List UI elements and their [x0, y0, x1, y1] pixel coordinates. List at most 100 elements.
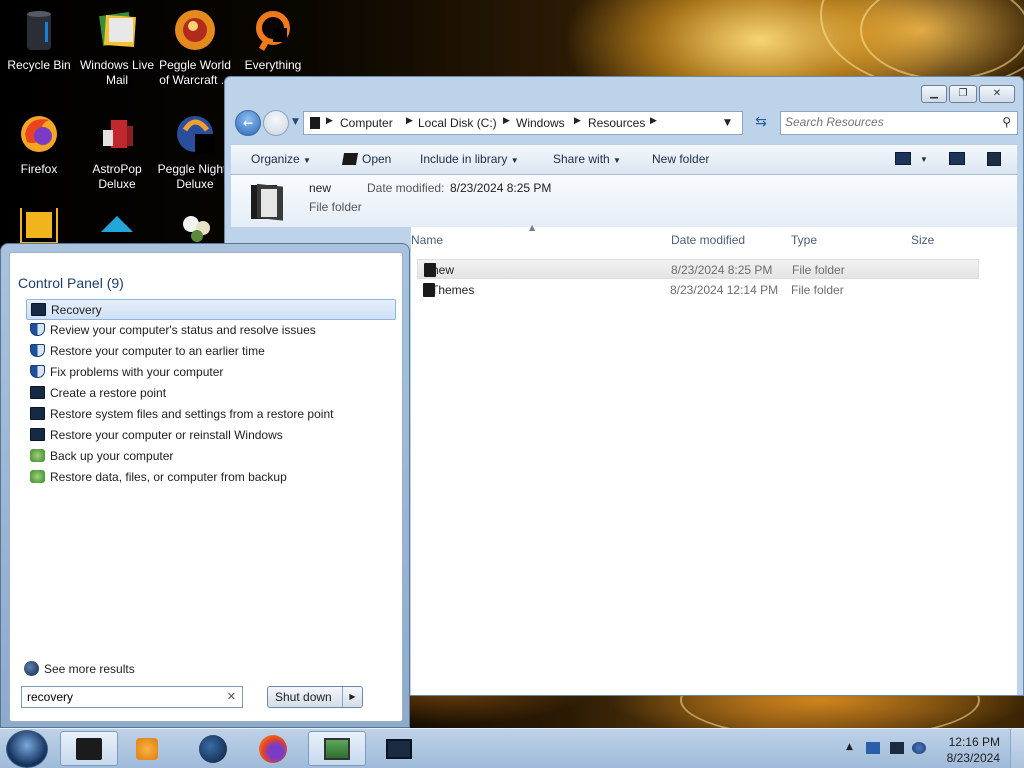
- app-icon: [93, 208, 141, 244]
- media-player-icon: [136, 737, 158, 760]
- column-header-size[interactable]: Size: [911, 233, 934, 247]
- breadcrumb-computer[interactable]: Computer: [340, 116, 393, 130]
- new-folder-button[interactable]: New folder: [652, 152, 709, 166]
- file-row-themes[interactable]: Themes 8/23/2024 12:14 PM File folder: [417, 280, 979, 300]
- taskbar: ▲ 12:16 PM 8/23/2024: [0, 728, 1024, 768]
- back-button[interactable]: ←: [235, 110, 261, 136]
- organize-label: Organize: [251, 152, 300, 166]
- result-fix-problems[interactable]: Fix problems with your computer: [26, 362, 396, 383]
- result-restore-from-backup[interactable]: Restore data, files, or computer from ba…: [26, 467, 396, 488]
- desktop-icon-label: Peggle World of Warcraft ...: [159, 58, 231, 87]
- share-with-menu[interactable]: Share with ▼: [553, 152, 621, 166]
- recycle-bin-icon: [15, 8, 63, 54]
- result-restore-system-files[interactable]: Restore system files and settings from a…: [26, 404, 396, 425]
- maximize-button[interactable]: ❐: [949, 85, 977, 103]
- start-menu: Control Panel (9) Recovery Review your c…: [0, 243, 410, 728]
- breadcrumb-windows[interactable]: Windows: [516, 116, 565, 130]
- close-button[interactable]: ✕: [979, 85, 1015, 103]
- taskbar-window-button[interactable]: [370, 731, 428, 766]
- start-search-input[interactable]: [27, 690, 217, 704]
- address-dropdown-icon[interactable]: ▼: [724, 118, 731, 128]
- chevron-right-icon[interactable]: ▶: [650, 116, 657, 126]
- chevron-right-icon[interactable]: ▶: [574, 116, 581, 126]
- views-icon[interactable]: [895, 152, 911, 165]
- preview-pane-icon[interactable]: [949, 152, 965, 165]
- address-row: ← ▼ ▶ Computer ▶ Local Disk (C:) ▶ Windo…: [231, 109, 1018, 136]
- taskbar-control-panel-button[interactable]: [308, 731, 366, 766]
- results-group-heading[interactable]: Control Panel (9): [18, 275, 124, 291]
- title-bar[interactable]: ▁ ❐ ✕: [225, 77, 1023, 107]
- file-name: new: [432, 263, 455, 277]
- result-label: Restore your computer or reinstall Windo…: [50, 428, 283, 442]
- location-icon: [310, 117, 320, 129]
- volume-icon[interactable]: [912, 742, 926, 754]
- address-bar[interactable]: ▶ Computer ▶ Local Disk (C:) ▶ Windows ▶…: [303, 111, 743, 135]
- desktop-icon-peggle-nights[interactable]: Peggle Nights Deluxe: [156, 112, 234, 192]
- result-reinstall-windows[interactable]: Restore your computer or reinstall Windo…: [26, 425, 396, 446]
- column-header-type[interactable]: Type: [791, 233, 817, 247]
- result-label: Create a restore point: [50, 386, 167, 400]
- result-review-status[interactable]: Review your computer's status and resolv…: [26, 320, 396, 341]
- result-restore-earlier-time[interactable]: Restore your computer to an earlier time: [26, 341, 396, 362]
- start-button[interactable]: [6, 730, 48, 768]
- desktop-icon-partial[interactable]: [0, 208, 78, 244]
- help-icon[interactable]: [987, 152, 1001, 166]
- result-back-up[interactable]: Back up your computer: [26, 446, 396, 467]
- forward-button[interactable]: [263, 110, 289, 136]
- clear-search-icon[interactable]: ✕: [227, 690, 236, 703]
- taskbar-explorer-button[interactable]: [60, 731, 118, 766]
- views-dropdown-icon[interactable]: ▼: [920, 155, 928, 164]
- desktop-icon-everything[interactable]: Everything: [234, 8, 312, 73]
- breadcrumb-resources[interactable]: Resources: [588, 116, 645, 130]
- include-in-library-menu[interactable]: Include in library ▼: [420, 152, 519, 166]
- show-desktop-button[interactable]: [1010, 729, 1024, 768]
- recent-pages-dropdown[interactable]: ▼: [292, 117, 299, 127]
- search-icon[interactable]: ⚲: [1002, 115, 1011, 129]
- backup-icon: [30, 470, 45, 483]
- desktop-icon-astropop[interactable]: AstroPop Deluxe: [78, 112, 156, 192]
- desktop-icon-firefox[interactable]: Firefox: [0, 112, 78, 177]
- result-label: Back up your computer: [50, 449, 174, 463]
- file-type: File folder: [792, 263, 845, 277]
- system-clock[interactable]: 12:16 PM 8/23/2024: [947, 734, 1000, 766]
- desktop-icon-partial[interactable]: [78, 208, 156, 244]
- column-header-name[interactable]: Name: [411, 233, 443, 247]
- refresh-button[interactable]: ⇆: [749, 111, 773, 135]
- show-hidden-icons-icon[interactable]: ▲: [846, 742, 853, 752]
- organize-menu[interactable]: Organize ▼: [251, 152, 311, 166]
- desktop-icon-partial[interactable]: [156, 208, 234, 244]
- details-modified-value: 8/23/2024 8:25 PM: [450, 181, 552, 195]
- app-icon: [20, 208, 58, 244]
- share-with-label: Share with: [553, 152, 610, 166]
- chevron-right-icon[interactable]: ▶: [406, 116, 413, 126]
- start-search-box[interactable]: ✕: [21, 686, 243, 708]
- shut-down-options-arrow[interactable]: ▶: [342, 687, 362, 707]
- open-button[interactable]: Open: [362, 152, 391, 166]
- peggle-nights-icon: [171, 112, 219, 158]
- file-row-new[interactable]: new 8/23/2024 8:25 PM File folder: [417, 259, 979, 279]
- shut-down-button[interactable]: Shut down ▶: [267, 686, 363, 708]
- chevron-down-icon: ▼: [303, 156, 311, 165]
- desktop-icon-label: Firefox: [20, 162, 58, 176]
- search-input[interactable]: [785, 115, 985, 129]
- monitor-icon: [30, 407, 45, 420]
- action-center-icon[interactable]: [866, 742, 880, 754]
- search-box[interactable]: ⚲: [780, 111, 1018, 135]
- taskbar-firefox-button[interactable]: [244, 731, 302, 766]
- details-pane: new Date modified: 8/23/2024 8:25 PM Fil…: [231, 175, 1017, 227]
- breadcrumb-local-disk[interactable]: Local Disk (C:): [418, 116, 497, 130]
- desktop-icon-peggle-wow[interactable]: Peggle World of Warcraft ...: [156, 8, 234, 88]
- result-create-restore-point[interactable]: Create a restore point: [26, 383, 396, 404]
- desktop-icon-recycle-bin[interactable]: Recycle Bin: [0, 8, 78, 73]
- monitor-icon: [30, 386, 45, 399]
- column-header-date-modified[interactable]: Date modified: [671, 233, 745, 247]
- chevron-right-icon[interactable]: ▶: [503, 116, 510, 126]
- clock-date: 8/23/2024: [946, 751, 1000, 765]
- taskbar-media-player-button[interactable]: [118, 731, 176, 766]
- network-icon[interactable]: [890, 742, 904, 754]
- minimize-button[interactable]: ▁: [921, 85, 947, 103]
- taskbar-app-button[interactable]: [184, 731, 242, 766]
- desktop-icon-windows-live-mail[interactable]: Windows Live Mail: [78, 8, 156, 88]
- result-recovery[interactable]: Recovery: [26, 299, 396, 320]
- desktop-icon-label: Peggle Nights Deluxe: [157, 162, 233, 191]
